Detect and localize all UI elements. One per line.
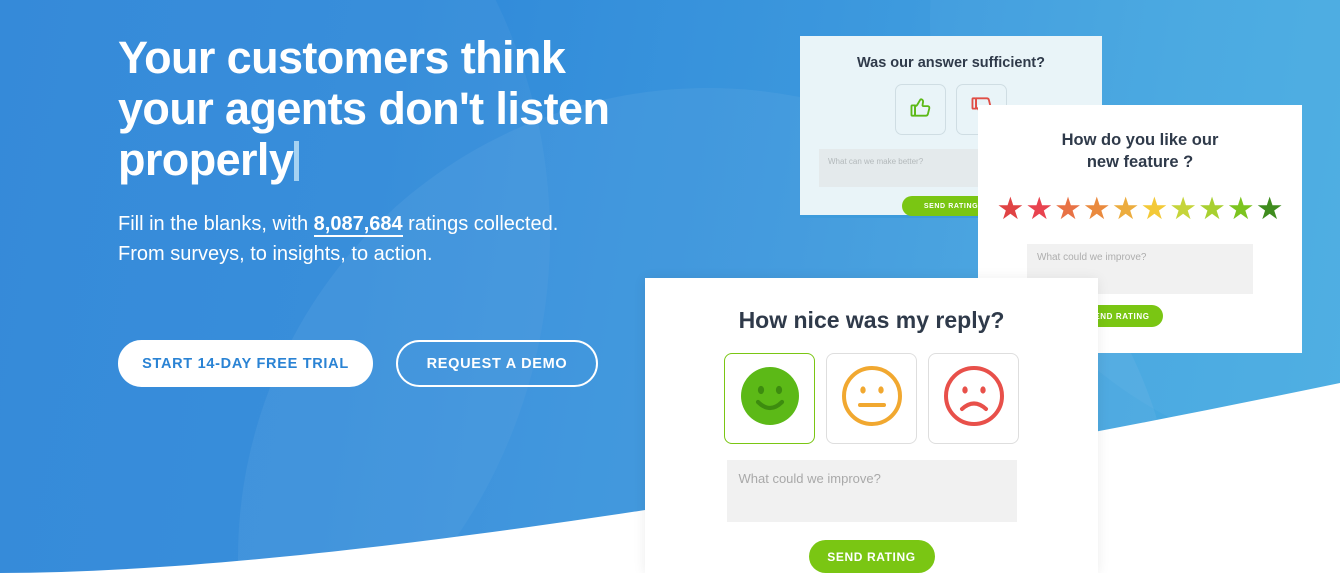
hero-cta-group: START 14-DAY FREE TRIAL REQUEST A DEMO: [118, 340, 598, 387]
card-stars-title-line-1: How do you like our: [1061, 131, 1219, 149]
subtitle-prefix: Fill in the blanks, with: [118, 213, 314, 235]
card-smiley-title: How nice was my reply?: [738, 307, 1005, 333]
subtitle-line-2: From surveys, to insights, to action.: [118, 243, 433, 265]
card-stars-title-line-2: new feature ?: [1086, 153, 1194, 171]
star-10[interactable]: ★: [1256, 193, 1284, 224]
thumbs-up-icon: [908, 94, 934, 125]
page-title: Your customers think your agents don't l…: [118, 32, 758, 185]
star-rating-row: ★ ★ ★ ★ ★ ★ ★ ★ ★ ★: [978, 193, 1302, 224]
smiley-feedback-input[interactable]: What could we improve?: [726, 460, 1017, 522]
smiley-happy-icon: [739, 365, 801, 432]
star-5[interactable]: ★: [1112, 193, 1140, 224]
smiley-neutral-option[interactable]: [826, 353, 917, 444]
card-stars-title: How do you like our new feature ?: [978, 105, 1302, 173]
card-thumbs-title: Was our answer sufficient?: [857, 55, 1045, 71]
smiley-happy-option[interactable]: [724, 353, 815, 444]
star-8[interactable]: ★: [1198, 193, 1226, 224]
star-2[interactable]: ★: [1025, 193, 1053, 224]
smiley-option-row: [645, 353, 1098, 444]
star-1[interactable]: ★: [997, 193, 1025, 224]
headline-line-3: properly: [118, 134, 294, 185]
smiley-neutral-icon: [841, 365, 903, 432]
star-6[interactable]: ★: [1141, 193, 1169, 224]
star-4[interactable]: ★: [1083, 193, 1111, 224]
start-free-trial-button[interactable]: START 14-DAY FREE TRIAL: [118, 340, 373, 387]
star-7[interactable]: ★: [1169, 193, 1197, 224]
thumbs-up-option[interactable]: [895, 84, 946, 135]
ratings-count: 8,087,684: [313, 213, 403, 237]
text-caret: [294, 141, 300, 181]
star-3[interactable]: ★: [1054, 193, 1082, 224]
smiley-sad-icon: [943, 365, 1005, 432]
hero-copy: Your customers think your agents don't l…: [118, 32, 758, 269]
smiley-sad-option[interactable]: [928, 353, 1019, 444]
headline-line-2: your agents don't listen: [118, 83, 610, 134]
star-9[interactable]: ★: [1227, 193, 1255, 224]
hero-subtitle: Fill in the blanks, with 8,087,684 ratin…: [118, 209, 758, 269]
headline-line-1: Your customers think: [118, 32, 566, 83]
smiley-send-rating-button[interactable]: SEND RATING: [808, 540, 935, 573]
survey-card-smileys: How nice was my reply? What could we imp…: [645, 278, 1098, 573]
subtitle-suffix: ratings collected.: [402, 213, 559, 235]
request-demo-button[interactable]: REQUEST A DEMO: [396, 340, 598, 387]
hero-section: Your customers think your agents don't l…: [0, 0, 1340, 573]
